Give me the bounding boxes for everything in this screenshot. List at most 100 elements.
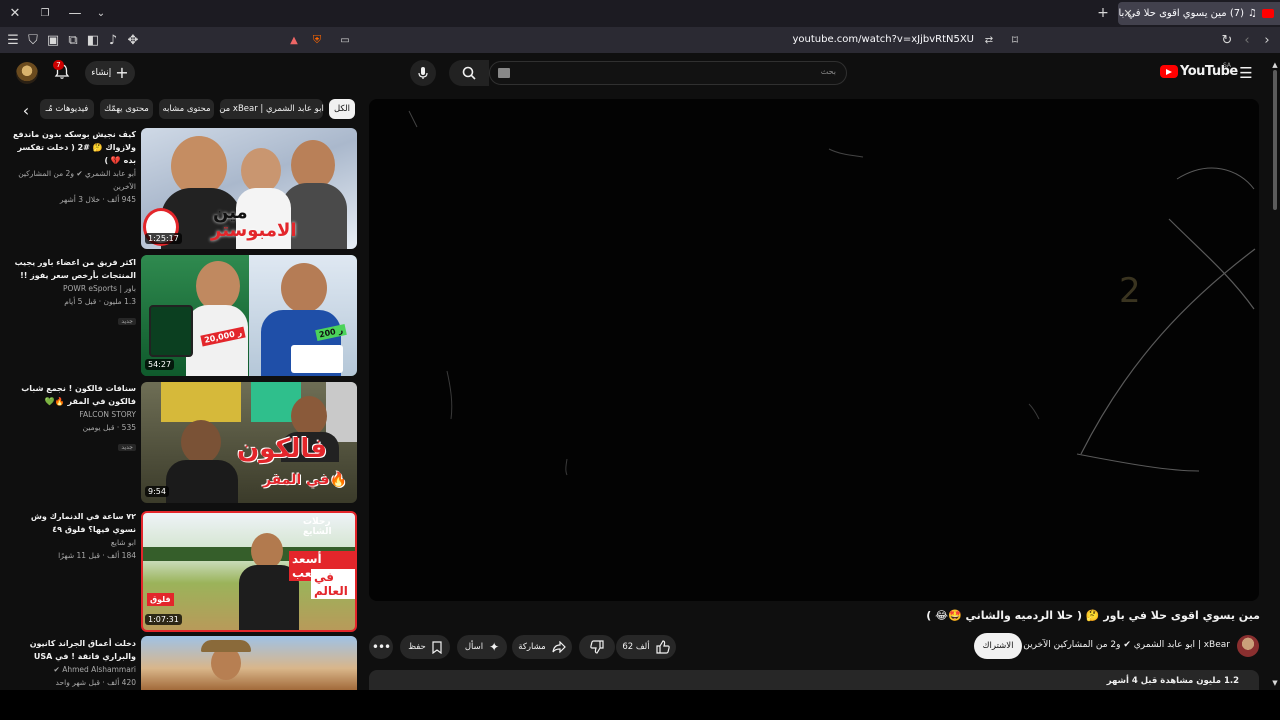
audio-playing-icon[interactable]: ♫ (1248, 8, 1257, 19)
duration-badge: 1:07:31 (145, 614, 182, 625)
chip-similar[interactable]: محتوى مشابه (159, 99, 214, 119)
related-channel[interactable]: FALCON STORY (8, 408, 136, 421)
music-icon[interactable]: ♪ (104, 31, 122, 49)
reload-icon[interactable]: ↻ (1218, 31, 1236, 49)
related-meta: 1.3 مليون · قبل 5 أيام (64, 297, 136, 306)
video-frame: 2 (408, 110, 1256, 476)
chevron-down-icon[interactable]: ⌄ (92, 4, 110, 22)
related-thumbnail-5[interactable] (141, 636, 357, 690)
thumbs-up-icon (656, 640, 670, 654)
view-count-date: 1.2 مليون مشاهدة قبل 4 أشهر (1106, 676, 1239, 686)
related-meta: 420 ألف · قبل شهر واحد (55, 678, 136, 687)
save-button[interactable]: حفظ (400, 635, 450, 659)
share-label: مشاركة (518, 642, 546, 652)
minimize-window-icon[interactable]: — (66, 4, 84, 22)
search-icon (462, 66, 476, 80)
related-title[interactable]: كيف نجيش بوسكه بدون ماندفع ولازواك 🤔 #2 … (8, 128, 136, 167)
thumbnail-face (291, 396, 327, 436)
more-actions-button[interactable]: ••• (369, 635, 393, 659)
related-info-5[interactable]: دخلت أعماق الجراند كانيون والبراري فاتقة… (8, 637, 136, 689)
related-channel[interactable]: ابو شايع (8, 536, 136, 549)
thumbnail-hat (201, 640, 251, 652)
tabs-icon[interactable]: ⧉ (64, 31, 82, 49)
thumbnail-face (241, 148, 281, 193)
thumbnail-caption: فالكون (237, 434, 328, 464)
sidebar-icon[interactable]: ◧ (84, 31, 102, 49)
notification-badge: 7 (53, 60, 64, 70)
url-text[interactable]: youtube.com/watch?v=xJjbvRtN5XU (793, 34, 975, 45)
save-playlist-icon (432, 640, 442, 654)
close-window-icon[interactable]: ✕ (6, 4, 24, 22)
related-channel[interactable]: Ahmed Alshammari ✔ (8, 663, 136, 676)
related-info-1[interactable]: كيف نجيش بوسكه بدون ماندفع ولازواك 🤔 #2 … (8, 128, 136, 206)
create-label: إنشاء (91, 68, 112, 78)
browser-tab-active[interactable]: ♫ (7) مين يسوي اقوى حلا في باور ! (1118, 2, 1280, 25)
back-icon[interactable]: ‹ (1238, 31, 1256, 49)
related-meta: 535 · قبل يومين (82, 423, 136, 432)
chip-from-channel[interactable]: من xBear | ابو عابد الشمري (219, 99, 324, 119)
related-title[interactable]: اكثر فريق من اعضاء باور يجيب المنتجات بأ… (8, 256, 136, 282)
related-title[interactable]: ٧٢ ساعة في الدنمارك وش نسوي فيها؟ فلوق ٤… (8, 510, 136, 536)
chip-for-you[interactable]: محتوى يهمّك (100, 99, 153, 119)
youtube-logo-icon[interactable] (1160, 65, 1178, 78)
duration-badge: 54:27 (145, 359, 175, 370)
scroll-up-icon[interactable]: ▲ (1266, 56, 1280, 74)
restore-window-icon[interactable]: ❐ (36, 4, 54, 22)
related-thumbnail-2[interactable]: 20,000 ر 200 ر (141, 255, 357, 376)
thumbnail-face (251, 533, 283, 569)
related-thumbnail-1[interactable]: مين الامبوستر (141, 128, 357, 249)
related-channel[interactable]: أبو عابد الشمري ✔ و2 من المشاركين الآخري… (8, 167, 136, 193)
wallet-icon[interactable]: ▣ (44, 31, 62, 49)
thumbnail-poster (161, 382, 241, 422)
thumbnail-console-box (291, 345, 343, 373)
new-tab-icon[interactable]: + (1094, 4, 1112, 22)
thumbnail-face (181, 420, 221, 464)
guide-menu-icon[interactable]: ☰ (1237, 64, 1255, 82)
channel-avatar[interactable] (1237, 635, 1259, 657)
shield-icon[interactable]: ⛉ (24, 31, 42, 49)
ask-label: اسأل (464, 642, 484, 652)
thumbnail-watch-box (149, 305, 193, 357)
extensions-icon[interactable]: ✥ (124, 31, 142, 49)
dislike-button[interactable] (579, 635, 615, 659)
youtube-favicon-icon (1262, 9, 1274, 18)
thumbnail-caption: في العالم (311, 569, 355, 599)
menu-icon[interactable]: ☰ (4, 31, 22, 49)
scrollbar-thumb[interactable] (1273, 70, 1277, 210)
related-thumbnail-3[interactable]: فالكون في المقر🔥 (141, 382, 357, 503)
thumbnail-caption: في المقر🔥 (263, 472, 347, 488)
share-button[interactable]: مشاركة (512, 635, 572, 659)
channel-name[interactable]: xBear | ابو عابد الشمري ✔ و2 من المشاركي… (1023, 640, 1230, 650)
search-button[interactable] (449, 60, 489, 86)
chip-all[interactable]: الكل (329, 99, 355, 119)
thumbnail-face (196, 261, 240, 311)
create-button[interactable]: إنشاء + (85, 61, 135, 85)
related-title[interactable]: سنافات فالكون ! نجمع شباب فالكون في المق… (8, 382, 136, 408)
subscribe-button[interactable]: الاشتراك (974, 633, 1022, 659)
like-button[interactable]: 62 ألف (616, 635, 676, 659)
voice-search-button[interactable] (410, 60, 436, 86)
video-player[interactable]: 2 (369, 99, 1259, 601)
notifications-button[interactable]: 7 (53, 60, 73, 83)
search-input[interactable]: بحث (489, 61, 847, 85)
thumbnail-face (281, 263, 327, 313)
forward-icon[interactable]: › (1258, 31, 1276, 49)
tab-close-icon[interactable]: ✕ (1119, 4, 1137, 22)
plus-icon: + (115, 63, 129, 82)
browser-tab-bar: ✕ ❐ — ⌄ + ♫ (7) مين يسوي اقوى حلا في باو… (0, 0, 1280, 27)
related-info-4[interactable]: ٧٢ ساعة في الدنمارك وش نسوي فيها؟ فلوق ٤… (8, 510, 136, 562)
related-info-2[interactable]: اكثر فريق من اعضاء باور يجيب المنتجات بأ… (8, 256, 136, 327)
thumbs-down-icon (590, 640, 604, 654)
ask-button[interactable]: اسأل ✦ (457, 635, 507, 659)
account-avatar[interactable] (16, 62, 38, 84)
keyboard-icon[interactable] (498, 68, 510, 78)
related-channel[interactable]: باور | POWR eSports (8, 282, 136, 295)
thumbnail-vlog-tag: فلوق (147, 593, 174, 606)
chip-videos[interactable]: فيديوهات مُـ (40, 99, 94, 119)
related-title[interactable]: دخلت أعماق الجراند كانيون والبراري فاتقة… (8, 637, 136, 663)
screen-bottom-area (0, 690, 1280, 720)
related-meta: 945 ألف · خلال 3 أشهر (59, 195, 136, 204)
duration-badge: 1:25:17 (145, 233, 182, 244)
related-info-3[interactable]: سنافات فالكون ! نجمع شباب فالكون في المق… (8, 382, 136, 453)
chips-scroll-left-icon[interactable]: ‹ (17, 101, 35, 120)
